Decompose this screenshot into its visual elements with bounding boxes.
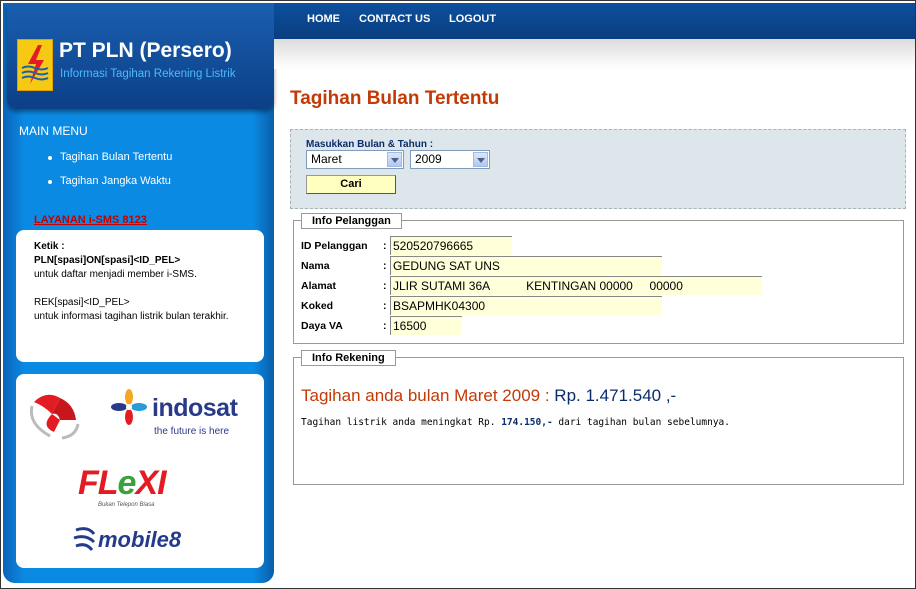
colon: :: [383, 240, 387, 252]
main-menu-title: MAIN MENU: [19, 124, 88, 138]
telkomsel-logo: [26, 384, 92, 440]
year-select-value: 2009: [415, 152, 442, 166]
customer-info-panel: Info Pelanggan ID Pelanggan : 5205207966…: [293, 213, 904, 344]
billing-heading-text: Tagihan anda bulan Maret 2009 :: [301, 386, 550, 405]
month-select[interactable]: Maret: [306, 150, 404, 169]
mobile8-logo: mobile8: [98, 527, 182, 552]
month-year-label: Masukkan Bulan & Tahun :: [306, 139, 434, 150]
alamat-label: Alamat: [301, 280, 337, 292]
note-amount: 174.150,-: [501, 417, 553, 428]
nama-field[interactable]: GEDUNG SAT UNS: [390, 256, 662, 275]
page-title: Tagihan Bulan Tertentu: [290, 88, 500, 109]
billing-comparison-note: Tagihan listrik anda meningkat Rp. 174.1…: [301, 417, 730, 428]
cari-button[interactable]: Cari: [306, 175, 396, 194]
flexi-text-a: FL: [78, 464, 119, 502]
id-pelanggan-label: ID Pelanggan: [301, 240, 368, 252]
month-select-value: Maret: [311, 152, 342, 166]
colon: :: [383, 300, 387, 312]
nama-label: Nama: [301, 260, 330, 272]
billing-heading: Tagihan anda bulan Maret 2009 : Rp. 1.47…: [301, 386, 676, 406]
koked-label: Koked: [301, 300, 334, 312]
colon: :: [383, 260, 387, 272]
nav-logout[interactable]: LOGOUT: [449, 13, 496, 25]
sms-command-rek: REK[spasi]<ID_PEL>: [34, 297, 130, 308]
pln-logo-icon: [17, 39, 53, 91]
alamat-field[interactable]: JLIR SUTAMI 36A KENTINGAN 00000 00000: [390, 276, 762, 295]
daya-va-field[interactable]: 16500: [390, 316, 462, 335]
note-text-b: dari tagihan bulan sebelumnya.: [552, 417, 730, 428]
partner-logos: indosat the future is here FLeXI Bukan T…: [16, 374, 264, 568]
top-navigation: HOME CONTACT US LOGOUT: [274, 3, 915, 39]
menu-item-tagihan-bulan-tertentu[interactable]: Tagihan Bulan Tertentu: [47, 151, 172, 175]
colon: :: [383, 280, 387, 292]
billing-info-legend: Info Rekening: [301, 350, 396, 366]
brand-subtitle: Informasi Tagihan Rekening Listrik: [60, 68, 236, 80]
sms-line: untuk daftar menjadi member i-SMS.: [34, 269, 197, 280]
sms-line: untuk informasi tagihan listrik bulan te…: [34, 311, 229, 322]
app-window: PT PLN (Persero) Informasi Tagihan Reken…: [0, 0, 916, 589]
flexi-text-b: e: [117, 464, 137, 502]
indosat-tagline: the future is here: [154, 426, 230, 437]
brand-title: PT PLN (Persero): [59, 39, 232, 62]
chevron-down-icon[interactable]: [387, 152, 402, 167]
nav-home[interactable]: HOME: [307, 13, 340, 25]
sms-info-box: Ketik : PLN[spasi]ON[spasi]<ID_PEL> untu…: [16, 230, 264, 362]
header-shadow-bar: [274, 39, 915, 69]
flexi-logo: FLeXI: [78, 464, 167, 503]
note-text-a: Tagihan listrik anda meningkat Rp.: [301, 417, 502, 428]
indosat-logo: indosat: [152, 394, 238, 422]
daya-va-label: Daya VA: [301, 320, 343, 332]
sidebar: PT PLN (Persero) Informasi Tagihan Reken…: [3, 3, 274, 583]
main-menu: Tagihan Bulan Tertentu Tagihan Jangka Wa…: [47, 151, 172, 199]
year-select[interactable]: 2009: [410, 150, 490, 169]
id-pelanggan-field[interactable]: 520520796665: [390, 236, 512, 255]
mobile8-mark-icon: [72, 524, 98, 554]
flexi-tagline: Bukan Telepon Biasa: [98, 502, 155, 508]
billing-info-panel: Info Rekening Tagihan anda bulan Maret 2…: [293, 350, 904, 485]
customer-info-legend: Info Pelanggan: [301, 213, 402, 229]
search-panel: Masukkan Bulan & Tahun : Maret 2009 Cari: [290, 129, 906, 209]
sms-service-title[interactable]: LAYANAN i-SMS 8123: [34, 214, 147, 226]
colon: :: [383, 320, 387, 332]
sms-line: Ketik :: [34, 241, 65, 252]
menu-item-tagihan-jangka-waktu[interactable]: Tagihan Jangka Waktu: [47, 175, 172, 199]
koked-field[interactable]: BSAPMHK04300: [390, 296, 662, 315]
indosat-star-icon: [110, 388, 148, 426]
header-logo: PT PLN (Persero) Informasi Tagihan Reken…: [7, 3, 274, 109]
chevron-down-icon[interactable]: [473, 152, 488, 167]
flexi-text-c: XI: [135, 464, 166, 502]
nav-contact-us[interactable]: CONTACT US: [359, 13, 430, 25]
billing-amount: Rp. 1.471.540 ,-: [549, 386, 677, 405]
sms-command-register: PLN[spasi]ON[spasi]<ID_PEL>: [34, 255, 181, 266]
